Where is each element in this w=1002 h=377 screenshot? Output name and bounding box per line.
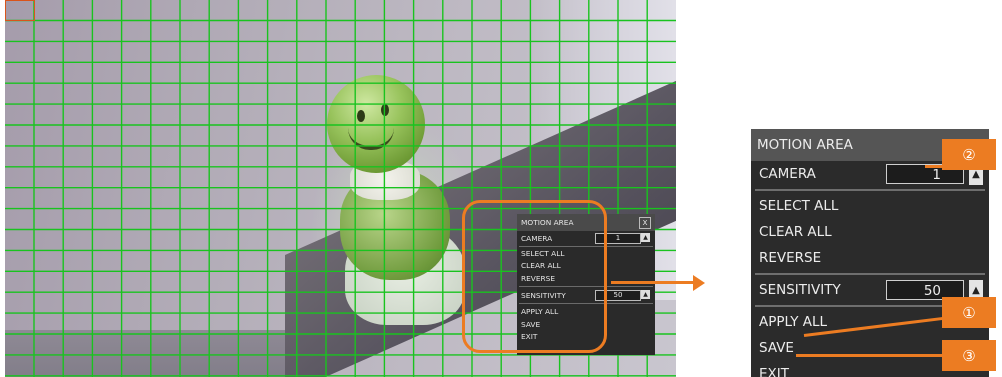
- motion-grid-selected-cell[interactable]: [5, 0, 35, 21]
- callout-leader-2: [925, 165, 945, 168]
- zoom-clear-all-button[interactable]: CLEAR ALL: [751, 219, 989, 245]
- callout-badge-3: ③: [942, 340, 996, 371]
- highlight-outline: [462, 200, 607, 353]
- callout-badge-1: ①: [942, 297, 996, 328]
- divider: [755, 189, 985, 191]
- zoom-reverse-button[interactable]: REVERSE: [751, 245, 989, 271]
- zoom-camera-label: CAMERA: [759, 166, 816, 182]
- close-icon[interactable]: X: [639, 217, 651, 229]
- zoom-select-all-button[interactable]: SELECT ALL: [751, 193, 989, 219]
- zoom-sensitivity-label: SENSITIVITY: [759, 282, 841, 298]
- right-arrow-icon: [611, 281, 696, 284]
- zoom-panel-title: MOTION AREA: [757, 137, 853, 153]
- right-arrow-head: [693, 275, 705, 291]
- spin-up-arrow-icon[interactable]: ▲: [641, 233, 650, 242]
- callout-leader-3: [796, 354, 944, 357]
- spin-up-arrow-icon[interactable]: ▲: [641, 290, 650, 299]
- callout-badge-2: ②: [942, 139, 996, 170]
- divider: [755, 273, 985, 275]
